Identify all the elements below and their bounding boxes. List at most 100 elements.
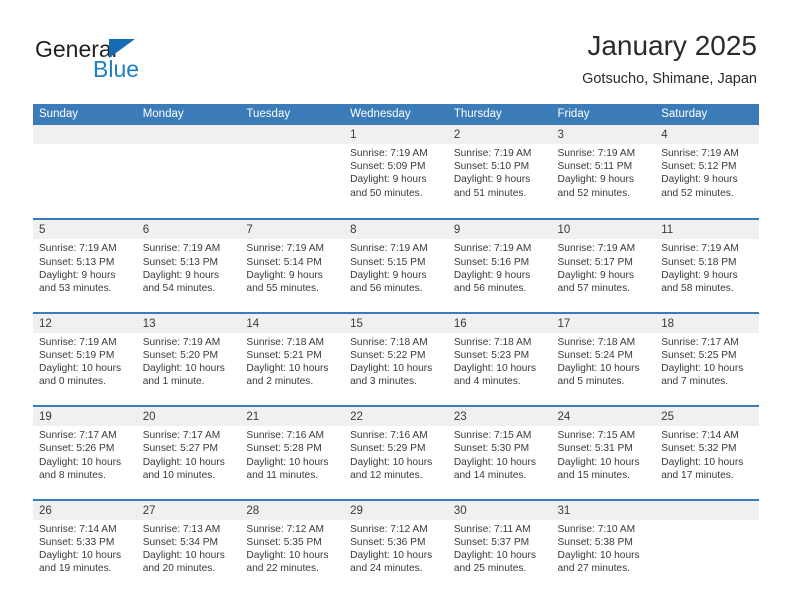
sunrise-text: Sunrise: 7:13 AM [142, 523, 221, 535]
day-number: 15 [350, 317, 363, 330]
day-number-band: 20 [136, 407, 241, 427]
calendar-day-cell[interactable]: 11 Sunrise: 7:19 AM Sunset: 5:18 PM Dayl… [655, 220, 759, 312]
day-details: Sunrise: 7:15 AM Sunset: 5:31 PM Dayligh… [552, 426, 656, 482]
daylight-text-line1: Daylight: 9 hours [661, 269, 738, 281]
calendar-day-cell[interactable]: 13 Sunrise: 7:19 AM Sunset: 5:20 PM Dayl… [136, 313, 241, 406]
calendar-day-cell[interactable]: 12 Sunrise: 7:19 AM Sunset: 5:19 PM Dayl… [33, 313, 137, 406]
daylight-text-line2: and 17 minutes. [661, 469, 734, 481]
calendar-day-cell[interactable]: 7 Sunrise: 7:19 AM Sunset: 5:14 PM Dayli… [240, 220, 345, 312]
weekday-header-saturday: Saturday [661, 108, 708, 120]
sunset-text: Sunset: 5:19 PM [39, 349, 115, 361]
calendar-day-cell[interactable]: 30 Sunrise: 7:11 AM Sunset: 5:37 PM Dayl… [447, 500, 552, 592]
day-number-band: 19 [33, 407, 137, 427]
day-number: 27 [142, 504, 156, 517]
calendar-day-cell[interactable]: 16 Sunrise: 7:18 AM Sunset: 5:23 PM Dayl… [447, 313, 552, 406]
calendar-day-cell[interactable]: 27 Sunrise: 7:13 AM Sunset: 5:34 PM Dayl… [136, 500, 241, 592]
calendar-day-cell[interactable]: 31 Sunrise: 7:10 AM Sunset: 5:38 PM Dayl… [551, 500, 656, 592]
calendar-day-cell[interactable] [136, 125, 241, 217]
calendar-day-cell[interactable]: 19 Sunrise: 7:17 AM Sunset: 5:26 PM Dayl… [33, 407, 137, 499]
calendar-day-cell[interactable] [655, 500, 759, 592]
day-details: Sunrise: 7:11 AM Sunset: 5:37 PM Dayligh… [448, 520, 552, 576]
day-number [33, 129, 39, 141]
calendar-day-cell[interactable]: 3 Sunrise: 7:19 AM Sunset: 5:11 PM Dayli… [551, 125, 656, 217]
sunrise-text: Sunrise: 7:18 AM [350, 336, 428, 348]
day-details: Sunrise: 7:19 AM Sunset: 5:20 PM Dayligh… [137, 333, 241, 389]
day-number-band: 7 [240, 220, 345, 240]
day-number-band: 16 [447, 313, 552, 333]
calendar-day-cell[interactable]: 8 Sunrise: 7:19 AM Sunset: 5:15 PM Dayli… [344, 220, 448, 312]
day-number-band [655, 500, 759, 520]
day-number: 12 [39, 317, 52, 330]
calendar-day-cell[interactable]: 26 Sunrise: 7:14 AM Sunset: 5:33 PM Dayl… [33, 500, 137, 592]
calendar-day-cell[interactable]: 29 Sunrise: 7:12 AM Sunset: 5:36 PM Dayl… [344, 500, 448, 592]
calendar-day-cell[interactable]: 15 Sunrise: 7:18 AM Sunset: 5:22 PM Dayl… [344, 313, 448, 406]
weekday-header-wednesday: Wednesday [350, 108, 411, 120]
daylight-text-line2: and 0 minutes. [39, 376, 106, 388]
day-number: 7 [246, 224, 253, 237]
sunset-text: Sunset: 5:30 PM [453, 443, 530, 455]
calendar-day-cell[interactable]: 25 Sunrise: 7:14 AM Sunset: 5:32 PM Dayl… [655, 407, 759, 499]
calendar-day-cell[interactable]: 1 Sunrise: 7:19 AM Sunset: 5:09 PM Dayli… [344, 125, 448, 217]
sunrise-text: Sunrise: 7:18 AM [557, 336, 636, 348]
day-number-band: 31 [551, 500, 656, 520]
daylight-text-line1: Daylight: 10 hours [246, 363, 329, 375]
calendar-day-cell[interactable] [33, 125, 137, 217]
calendar-week-row: 19 Sunrise: 7:17 AM Sunset: 5:26 PM Dayl… [33, 405, 759, 499]
sunset-text: Sunset: 5:23 PM [453, 349, 530, 361]
calendar-day-cell[interactable]: 6 Sunrise: 7:19 AM Sunset: 5:13 PM Dayli… [136, 220, 241, 312]
day-number-band: 23 [447, 407, 552, 427]
sunrise-text: Sunrise: 7:19 AM [661, 243, 739, 255]
sunset-text: Sunset: 5:35 PM [246, 536, 322, 548]
day-details [33, 144, 137, 147]
day-details [240, 144, 344, 147]
generalblue-logo[interactable]: General Blue [35, 36, 235, 86]
day-number [240, 129, 246, 141]
sunset-text: Sunset: 5:10 PM [453, 161, 530, 173]
calendar-day-cell[interactable]: 5 Sunrise: 7:19 AM Sunset: 5:13 PM Dayli… [33, 220, 137, 312]
page-subtitle: Gotsucho, Shimane, Japan [582, 71, 757, 87]
day-details: Sunrise: 7:19 AM Sunset: 5:10 PM Dayligh… [448, 144, 552, 200]
day-number: 9 [453, 224, 461, 237]
calendar-day-cell[interactable]: 24 Sunrise: 7:15 AM Sunset: 5:31 PM Dayl… [551, 407, 656, 499]
daylight-text-line1: Daylight: 10 hours [661, 456, 744, 468]
day-number [655, 505, 661, 517]
calendar-day-cell[interactable]: 10 Sunrise: 7:19 AM Sunset: 5:17 PM Dayl… [551, 220, 656, 312]
sunset-text: Sunset: 5:32 PM [661, 443, 737, 455]
calendar-day-cell[interactable]: 2 Sunrise: 7:19 AM Sunset: 5:10 PM Dayli… [447, 125, 552, 217]
day-details: Sunrise: 7:19 AM Sunset: 5:15 PM Dayligh… [344, 239, 448, 295]
calendar-day-cell[interactable]: 28 Sunrise: 7:12 AM Sunset: 5:35 PM Dayl… [240, 500, 345, 592]
daylight-text-line2: and 57 minutes. [557, 283, 631, 294]
calendar-day-cell[interactable]: 9 Sunrise: 7:19 AM Sunset: 5:16 PM Dayli… [447, 220, 552, 312]
page-header: General Blue January 2025 Gotsucho, Shim… [0, 0, 792, 104]
calendar-day-cell[interactable]: 14 Sunrise: 7:18 AM Sunset: 5:21 PM Dayl… [240, 313, 345, 406]
calendar-day-cell[interactable] [240, 125, 345, 217]
sunrise-text: Sunrise: 7:19 AM [557, 148, 636, 159]
day-details: Sunrise: 7:19 AM Sunset: 5:09 PM Dayligh… [344, 144, 448, 200]
calendar-day-cell[interactable]: 4 Sunrise: 7:19 AM Sunset: 5:12 PM Dayli… [655, 125, 759, 217]
sunrise-text: Sunrise: 7:19 AM [557, 243, 636, 255]
day-number: 20 [142, 411, 156, 424]
daylight-text-line1: Daylight: 9 hours [350, 269, 427, 281]
day-number-band: 29 [344, 500, 448, 520]
daylight-text-line2: and 25 minutes. [453, 563, 527, 575]
calendar-day-cell[interactable]: 18 Sunrise: 7:17 AM Sunset: 5:25 PM Dayl… [655, 313, 759, 406]
daylight-text-line2: and 52 minutes. [661, 187, 734, 199]
day-details: Sunrise: 7:12 AM Sunset: 5:35 PM Dayligh… [240, 520, 344, 576]
daylight-text-line2: and 11 minutes. [246, 469, 319, 481]
calendar-day-cell[interactable]: 23 Sunrise: 7:15 AM Sunset: 5:30 PM Dayl… [447, 407, 552, 499]
calendar-day-cell[interactable]: 17 Sunrise: 7:18 AM Sunset: 5:24 PM Dayl… [551, 313, 656, 406]
calendar-day-cell[interactable]: 20 Sunrise: 7:17 AM Sunset: 5:27 PM Dayl… [136, 407, 241, 499]
daylight-text-line1: Daylight: 9 hours [350, 174, 427, 186]
day-details [137, 144, 241, 147]
daylight-text-line1: Daylight: 10 hours [661, 363, 744, 375]
day-details: Sunrise: 7:17 AM Sunset: 5:26 PM Dayligh… [33, 426, 137, 482]
sunset-text: Sunset: 5:22 PM [350, 349, 426, 361]
calendar-day-cell[interactable]: 22 Sunrise: 7:16 AM Sunset: 5:29 PM Dayl… [344, 407, 448, 499]
daylight-text-line2: and 15 minutes. [557, 469, 631, 481]
day-number-band: 12 [33, 313, 137, 333]
sunset-text: Sunset: 5:24 PM [557, 349, 633, 361]
calendar-week-row: 5 Sunrise: 7:19 AM Sunset: 5:13 PM Dayli… [33, 218, 759, 312]
daylight-text-line2: and 4 minutes. [453, 376, 521, 388]
daylight-text-line1: Daylight: 9 hours [661, 174, 738, 186]
calendar-day-cell[interactable]: 21 Sunrise: 7:16 AM Sunset: 5:28 PM Dayl… [240, 407, 345, 499]
